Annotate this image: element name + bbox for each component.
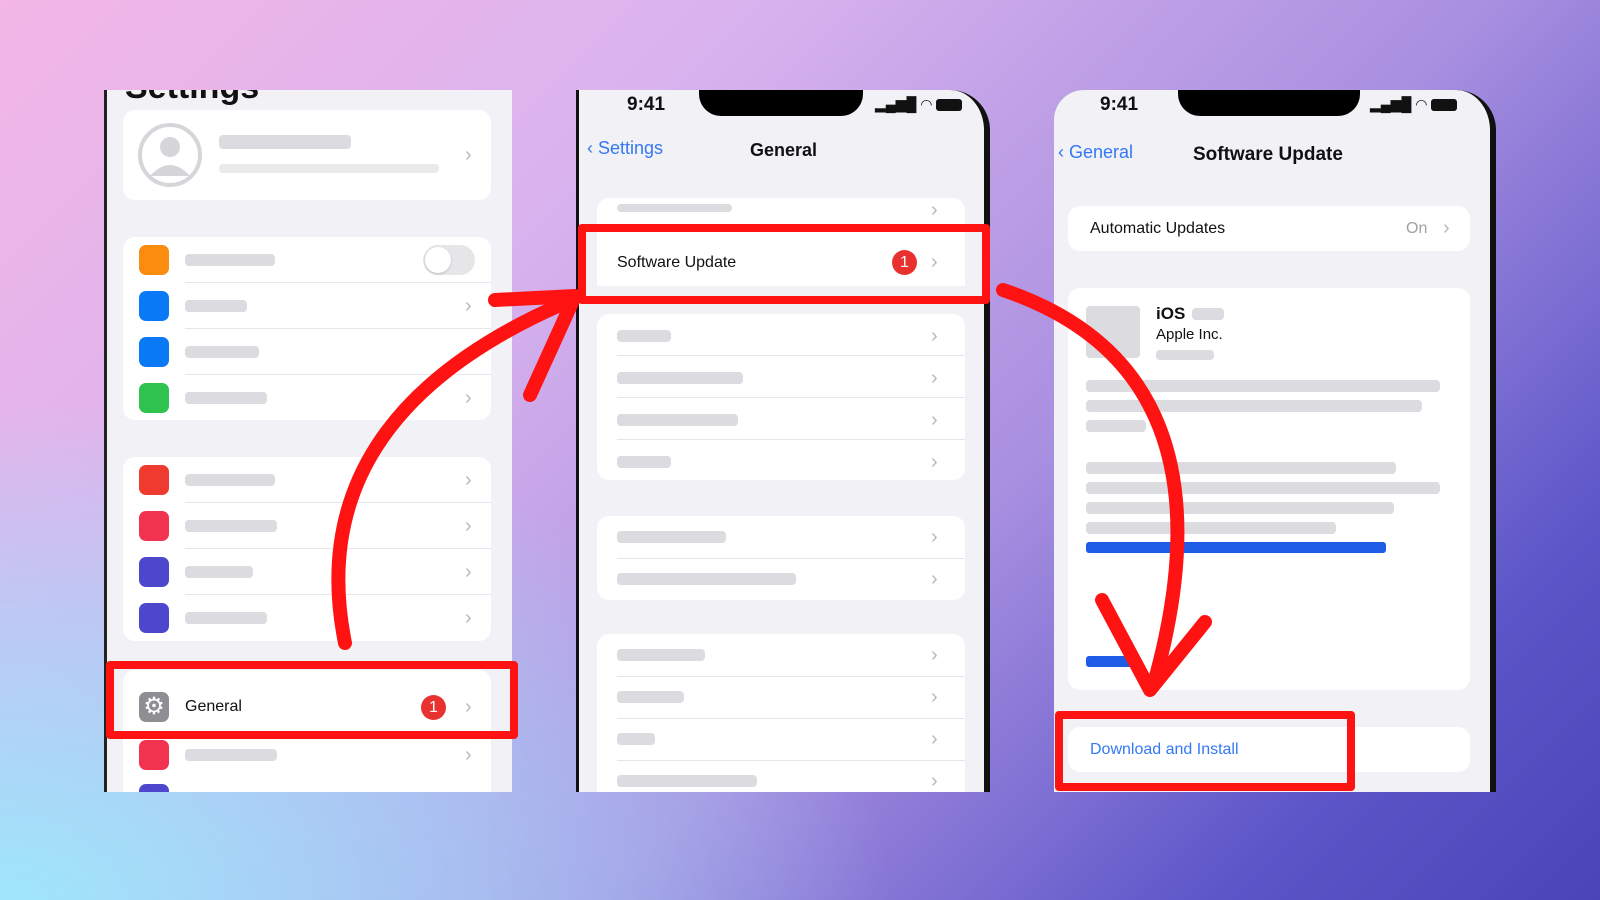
curved-arrow-icon xyxy=(331,283,1212,697)
